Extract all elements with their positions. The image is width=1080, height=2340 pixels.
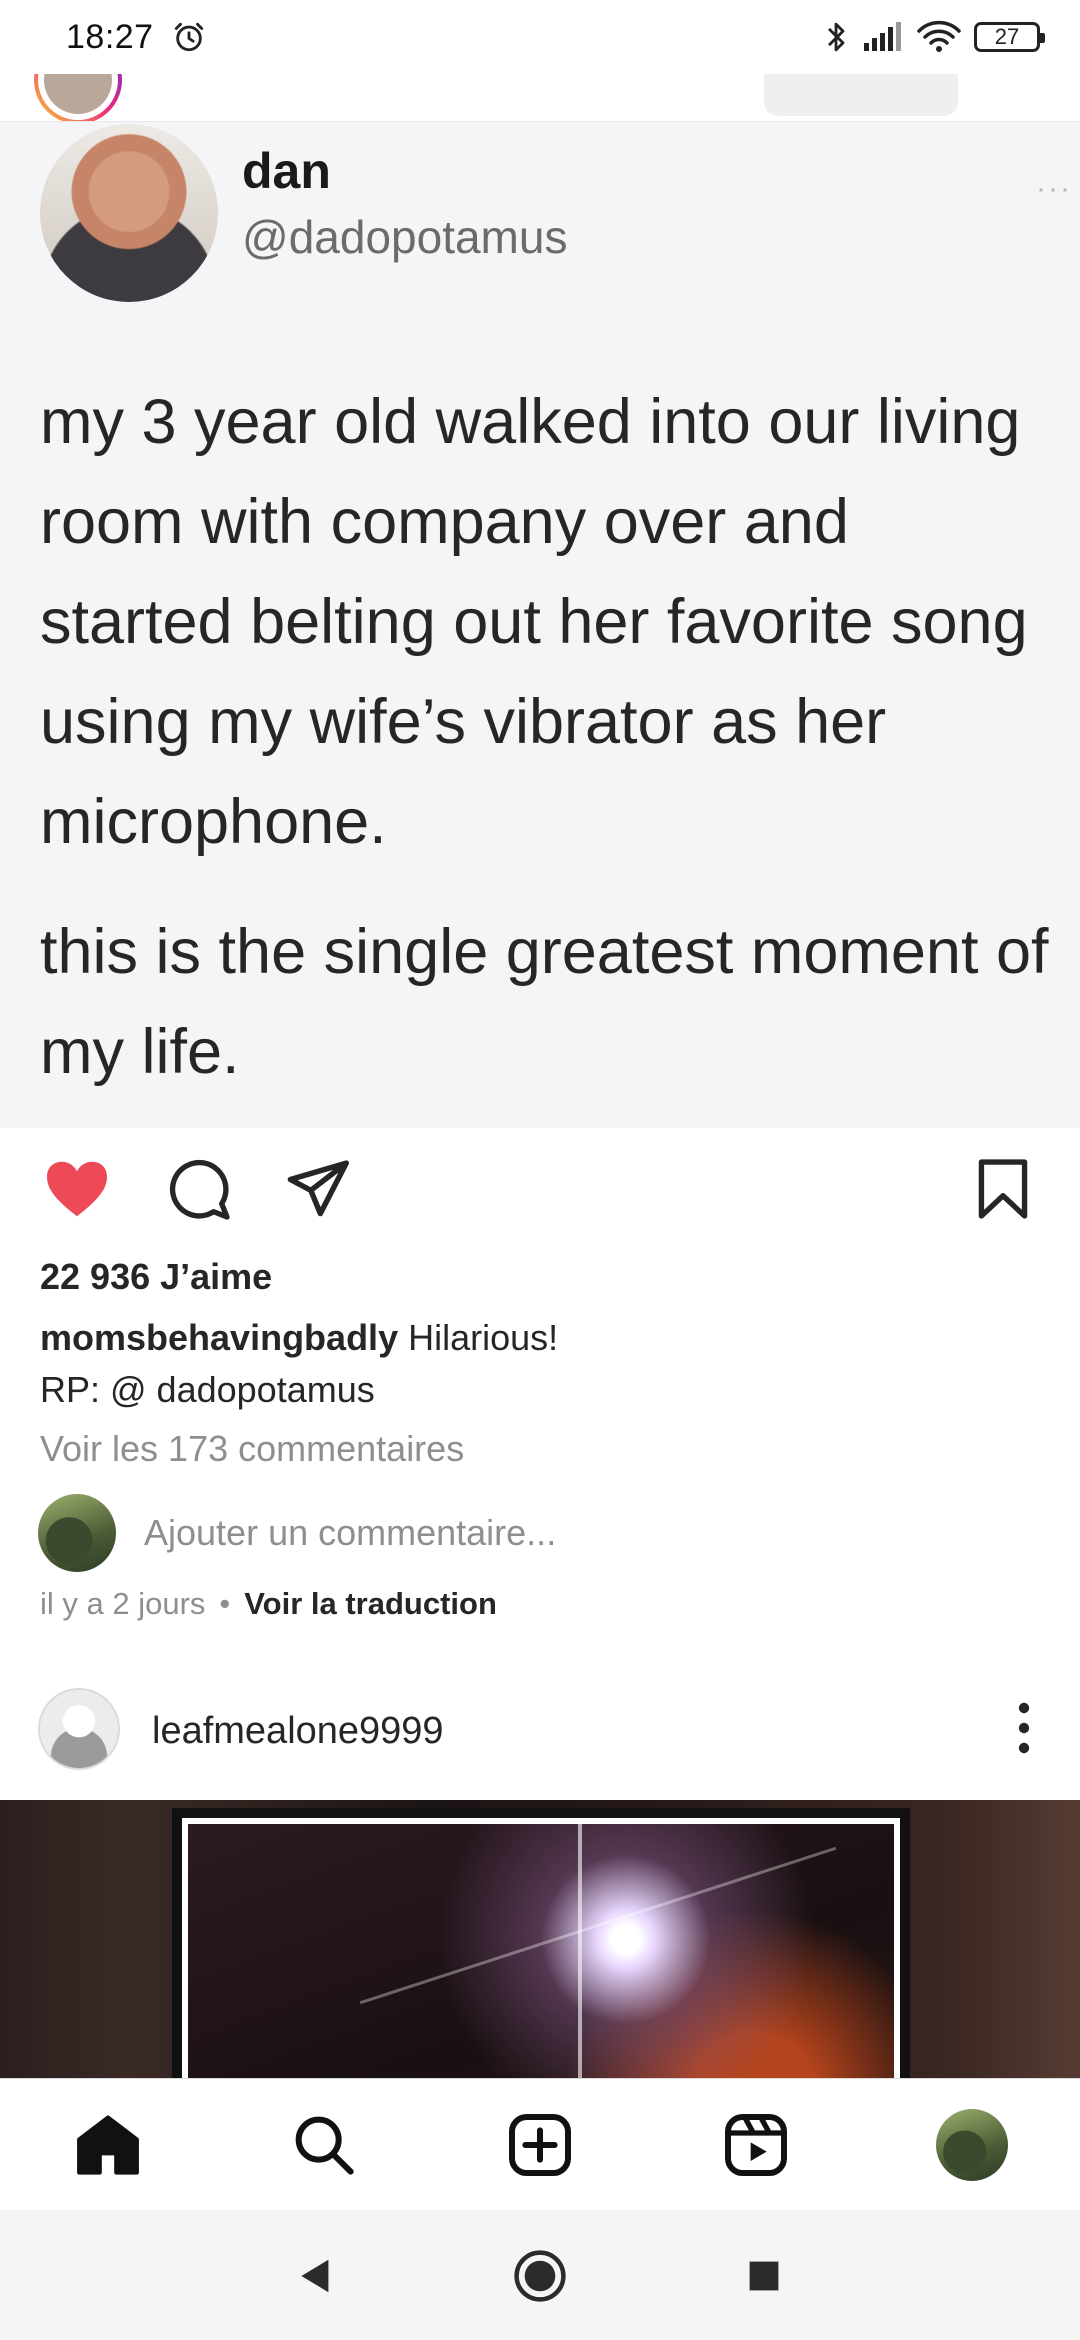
caption-repost-line: RP: @ dadopotamus: [40, 1369, 375, 1410]
system-home-button[interactable]: [510, 2246, 570, 2306]
like-button[interactable]: [40, 1152, 114, 1226]
meta-separator: •: [219, 1586, 231, 1621]
bottom-navigation: [0, 2078, 1080, 2210]
tweet-more-icon: ···: [1036, 172, 1072, 205]
post-caption: momsbehavingbadly Hilarious! RP: @ dadop…: [40, 1312, 1040, 1416]
current-user-avatar: [38, 1494, 116, 1572]
likes-count[interactable]: 22 936 J’aime: [40, 1256, 272, 1298]
bookmark-icon: [978, 1159, 1028, 1219]
bluetooth-icon: [828, 22, 845, 52]
home-circle-icon: [514, 2250, 566, 2302]
more-vertical-icon: [1018, 1702, 1030, 1754]
signal-icon: [864, 22, 901, 51]
wifi-icon: [917, 20, 961, 52]
tweet-avatar: [40, 124, 218, 302]
next-post-avatar[interactable]: [38, 1688, 120, 1770]
system-recents-button[interactable]: [734, 2246, 794, 2306]
caption-text: Hilarious!: [408, 1317, 559, 1358]
bookmark-button[interactable]: [966, 1152, 1040, 1226]
reels-icon: [725, 2114, 787, 2176]
search-icon: [295, 2116, 354, 2175]
previous-post-follow-button[interactable]: [764, 74, 958, 116]
status-bar: 18:27 27: [0, 0, 1080, 74]
post-meta-row: il y a 2 jours • Voir la traduction: [40, 1586, 497, 1622]
previous-post-header: [0, 74, 1080, 122]
comment-icon: [169, 1159, 230, 1220]
post-time: il y a 2 jours: [40, 1586, 206, 1621]
status-time: 18:27: [66, 17, 154, 56]
tweet-text-second: this is the single greatest moment of my…: [40, 917, 1049, 1087]
next-post-more-button[interactable]: [1004, 1698, 1044, 1758]
nav-reels-button[interactable]: [718, 2107, 794, 2183]
create-icon: [509, 2114, 571, 2176]
alarm-icon: [174, 22, 203, 52]
system-navigation-bar: [0, 2210, 1080, 2340]
tweet-author-name: dan: [242, 143, 331, 199]
next-post-username[interactable]: leafmealone9999: [152, 1710, 444, 1753]
system-back-button[interactable]: [284, 2246, 344, 2306]
battery-icon: 27: [974, 22, 1045, 52]
nav-create-button[interactable]: [502, 2107, 578, 2183]
add-comment-input[interactable]: Ajouter un commentaire...: [144, 1512, 556, 1554]
see-translation-link[interactable]: Voir la traduction: [244, 1586, 497, 1622]
nav-search-button[interactable]: [286, 2107, 362, 2183]
comment-button[interactable]: [162, 1152, 236, 1226]
view-comments-link[interactable]: Voir les 173 commentaires: [40, 1428, 464, 1470]
heart-icon: [47, 1161, 107, 1217]
tweet-author-handle: @dadopotamus: [242, 211, 568, 263]
post-actions: [0, 1148, 1080, 1232]
next-post-image[interactable]: [0, 1800, 1080, 2078]
tweet-text: my 3 year old walked into our living roo…: [40, 387, 1028, 857]
caption-username[interactable]: momsbehavingbadly: [40, 1317, 398, 1358]
home-icon: [77, 2115, 139, 2175]
nav-home-button[interactable]: [70, 2107, 146, 2183]
share-button[interactable]: [282, 1152, 356, 1226]
recents-icon: [749, 2261, 779, 2291]
nav-profile-avatar[interactable]: [936, 2109, 1008, 2181]
post-image[interactable]: dan @dadopotamus ··· my 3 year old walke…: [0, 122, 1080, 1128]
battery-level: 27: [994, 24, 1020, 49]
status-icons: 27: [822, 19, 1045, 55]
previous-post-avatar[interactable]: [34, 74, 122, 121]
next-post-image-frame: [172, 1808, 910, 2078]
share-icon: [287, 1160, 349, 1217]
back-icon: [301, 2259, 329, 2293]
